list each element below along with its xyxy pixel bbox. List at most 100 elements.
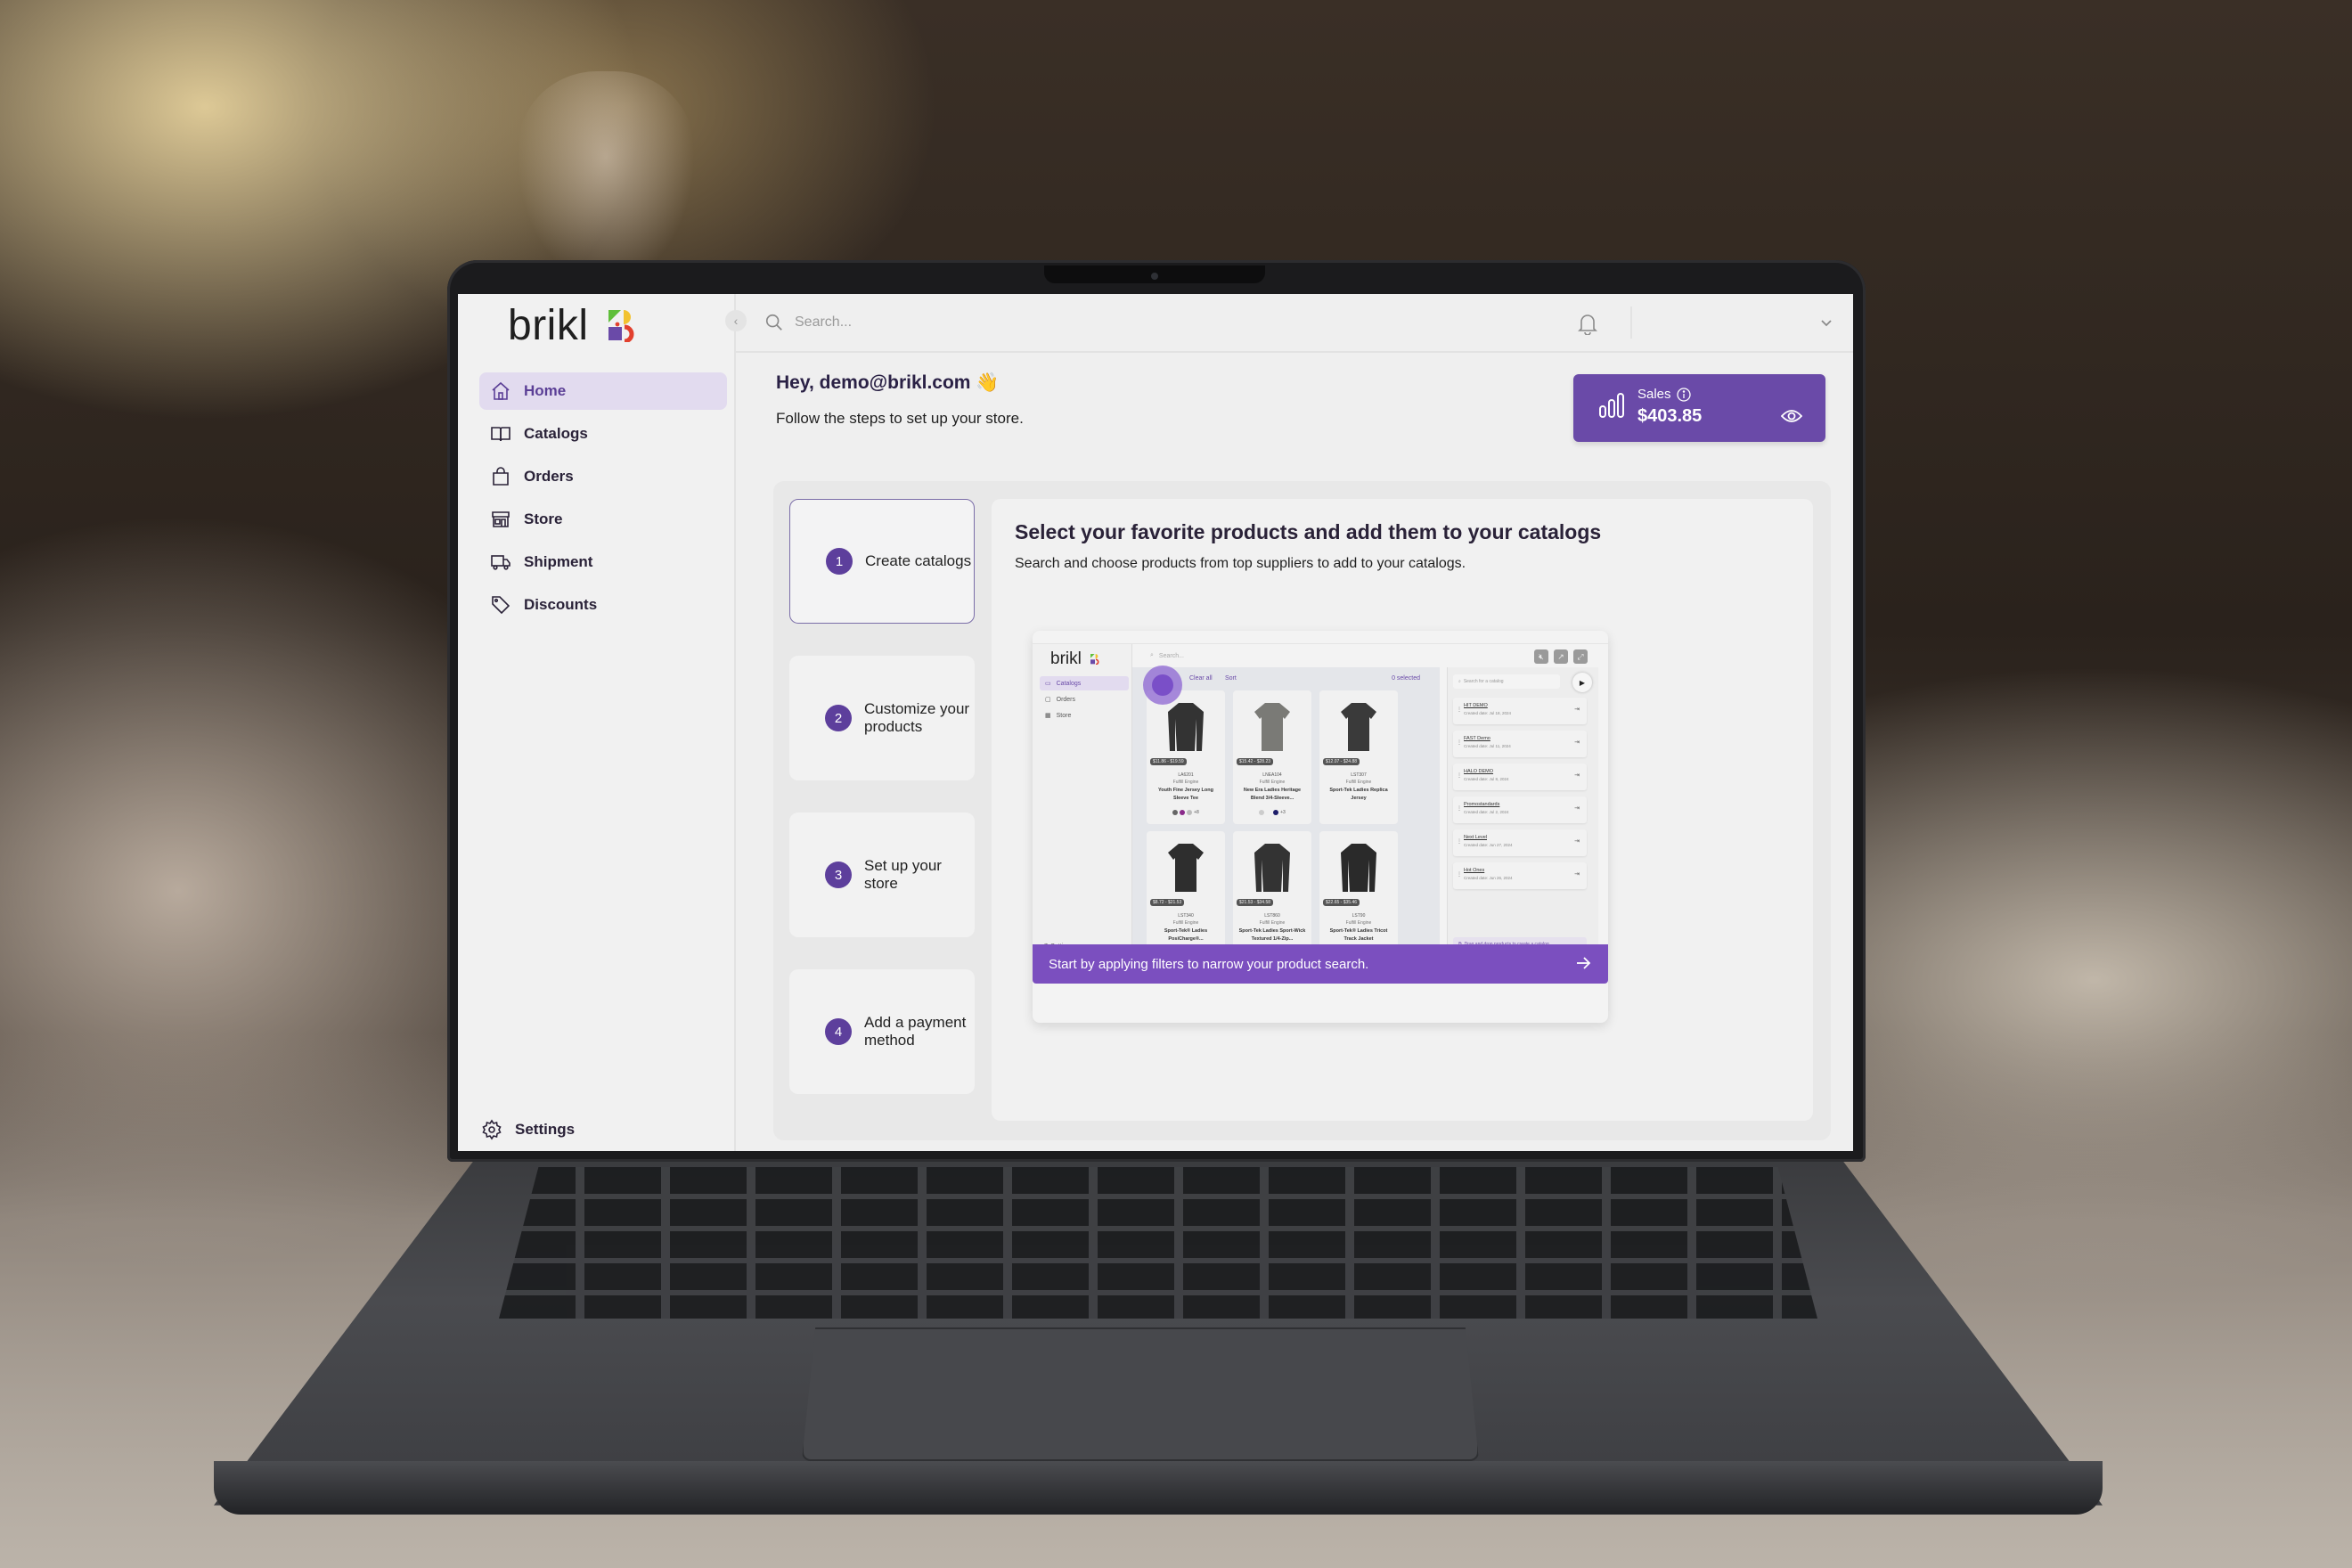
preview-catalog-item: ⋮ Promostandards Created date: Jul 2, 2024… [1453, 796, 1587, 823]
swatch-more-count: +3 [1280, 810, 1286, 815]
chevron-down-icon[interactable] [1817, 314, 1835, 331]
add-to-catalog-icon: ⇥ [1574, 805, 1580, 812]
step-customize-products[interactable]: 2 Customize your products [789, 656, 975, 780]
add-to-catalog-icon: ⇥ [1574, 706, 1580, 713]
laptop-base-front [214, 1461, 2103, 1515]
greeting-title: Hey, demo@brikl.com 👋 [776, 372, 1000, 393]
preview-catalog-item: ⋮ HIT DEMO Created date: Jul 18, 2024 ⇥ [1453, 698, 1587, 724]
step-create-catalogs[interactable]: 1 Create catalogs [789, 499, 975, 624]
book-icon [491, 427, 510, 442]
tutorial-video-preview[interactable]: brikl ▭Catalogs ▢Orders ▦Store ⚙ Setting… [1033, 631, 1608, 1023]
preview-selected-count: 0 selected [1392, 674, 1420, 682]
step-label: Set up your store [864, 857, 942, 892]
preview-catalog-name: Promostandards [1464, 802, 1500, 807]
preview-supplier: Fulfill Engine [1345, 780, 1372, 785]
drag-handle-icon: ⋮ [1457, 740, 1462, 746]
video-controls: 🔇︎ ↗ ⤢ [1534, 649, 1588, 664]
sidebar-item-label: Catalogs [524, 425, 588, 442]
preview-app: brikl ▭Catalogs ▢Orders ▦Store ⚙ Setting… [1033, 643, 1608, 965]
color-swatch [1172, 810, 1179, 815]
laptop-keyboard [499, 1167, 1817, 1319]
preview-catalog-date: Created date: Jul 11, 2024 [1464, 744, 1511, 748]
topbar: Search... [736, 294, 1853, 353]
setup-steps-panel: 1 Create catalogs 2 Customize your produ… [773, 481, 1831, 1140]
sidebar-item-label: Orders [524, 468, 574, 485]
brikl-logo-icon [1090, 654, 1099, 665]
shopping-bag-icon [493, 467, 509, 486]
preview-banner[interactable]: Start by applying filters to narrow your… [1033, 944, 1608, 984]
preview-catalog-panel: 🔇︎ ↗ ⤢ ⌕ Search for a catalog ▶ ⋮ HIT DEM… [1447, 649, 1598, 955]
preview-catalog-date: Created date: Jul 8, 2024 [1464, 777, 1509, 781]
play-button[interactable]: ▶ [1572, 673, 1592, 692]
preview-catalog-item: ⋮ FAST Demo Created date: Jul 11, 2024 ⇥ [1453, 731, 1587, 757]
camera-icon [1151, 273, 1158, 280]
preview-supplier: Fulfill Engine [1172, 780, 1199, 785]
preview-catalog-name: HIT DEMO [1464, 703, 1488, 708]
sidebar-item-settings[interactable]: Settings [479, 1112, 575, 1147]
truck-icon [491, 555, 510, 570]
sidebar-item-shipment[interactable]: Shipment [479, 543, 727, 581]
search-icon: ⌕ [1458, 679, 1461, 684]
sidebar-item-orders[interactable]: Orders [479, 458, 727, 495]
preview-nav-label: Store [1056, 712, 1072, 719]
sales-label-row: Sales [1637, 387, 1691, 402]
preview-price: $12.07 - $24.88 [1323, 758, 1360, 765]
step-add-payment-method[interactable]: 4 Add a payment method [789, 969, 975, 1094]
notification-bell-icon[interactable] [1577, 312, 1598, 335]
sidebar-item-discounts[interactable]: Discounts [479, 586, 727, 624]
preview-supplier: Fulfill Engine [1172, 920, 1199, 926]
topbar-divider [1630, 306, 1632, 339]
drag-handle-icon: ⋮ [1457, 839, 1462, 845]
step-detail-description: Search and choose products from top supp… [1015, 556, 1466, 571]
gear-icon [482, 1119, 502, 1140]
preview-nav-label: Orders [1056, 696, 1076, 703]
preview-product-name: Sport-Tek Ladies Replica Jersey [1329, 788, 1388, 801]
sidebar-item-home[interactable]: Home [479, 372, 727, 410]
shirt-image [1168, 703, 1204, 751]
preview-nav-item: ▦ Store [1040, 708, 1129, 723]
brand-logo[interactable]: brikl [508, 301, 635, 350]
color-swatch [1266, 810, 1272, 815]
preview-price: $21.53 - $34.58 [1237, 899, 1274, 906]
preview-banner-text: Start by applying filters to narrow your… [1049, 956, 1369, 972]
step-label: Customize your products [864, 700, 970, 735]
preview-search-placeholder: Search... [1158, 652, 1184, 659]
preview-catalog-name: HALO DEMO [1464, 769, 1494, 774]
preview-sku: LST860 [1264, 913, 1280, 919]
preview-product-card: $11.86 - $19.59 LA6201 Fulfill Engine Youth… [1147, 690, 1225, 824]
sidebar-item-store[interactable]: Store [479, 501, 727, 538]
fullscreen-icon[interactable]: ⤢ [1573, 649, 1588, 664]
sales-card[interactable]: Sales $403.85 [1573, 374, 1825, 442]
greeting: Hey, demo@brikl.com 👋 Follow the steps t… [776, 372, 1024, 428]
mute-icon[interactable]: 🔇︎ [1534, 649, 1548, 664]
step-set-up-store[interactable]: 3 Set up your store [789, 813, 975, 937]
background-person-blur [517, 71, 695, 285]
preview-product-card: $12.07 - $24.88 LST307 Fulfill Engine Sport… [1319, 690, 1398, 824]
sidebar-item-catalogs[interactable]: Catalogs [479, 415, 727, 453]
storefront-icon: ▦ [1045, 713, 1051, 719]
preview-price: $15.42 - $28.23 [1237, 758, 1274, 765]
drag-handle-icon: ⋮ [1457, 773, 1462, 779]
collapse-sidebar-button[interactable]: ‹ [725, 310, 747, 331]
preview-sidebar: brikl ▭Catalogs ▢Orders ▦Store ⚙ Setting… [1033, 644, 1132, 955]
step-detail-title: Select your favorite products and add th… [1015, 520, 1602, 543]
preview-swatches: +3 [1233, 810, 1311, 815]
add-to-catalog-icon: ⇥ [1574, 838, 1580, 845]
preview-cards: $11.86 - $19.59 LA6201 Fulfill Engine Youth… [1147, 690, 1398, 965]
preview-catalog-search-placeholder: Search for a catalog [1463, 679, 1504, 684]
sidebar-item-label: Store [524, 510, 563, 527]
add-to-catalog-icon: ⇥ [1574, 871, 1580, 878]
preview-catalog-date: Created date: Jul 18, 2024 [1464, 711, 1512, 715]
sidebar-item-label: Home [524, 382, 567, 399]
info-icon[interactable] [1676, 387, 1691, 402]
external-link-icon[interactable]: ↗ [1554, 649, 1568, 664]
shirt-image [1341, 844, 1376, 892]
add-to-catalog-icon: ⇥ [1574, 739, 1580, 746]
shirt-image [1341, 703, 1376, 751]
preview-price: $22.65 - $35.46 [1323, 899, 1360, 906]
sales-value: $403.85 [1637, 406, 1703, 426]
greeting-subtitle: Follow the steps to set up your store. [776, 410, 1024, 427]
search-input[interactable]: Search... [764, 313, 852, 332]
preview-catalog-name: Hot Ones [1464, 868, 1485, 873]
eye-icon[interactable] [1781, 408, 1802, 424]
